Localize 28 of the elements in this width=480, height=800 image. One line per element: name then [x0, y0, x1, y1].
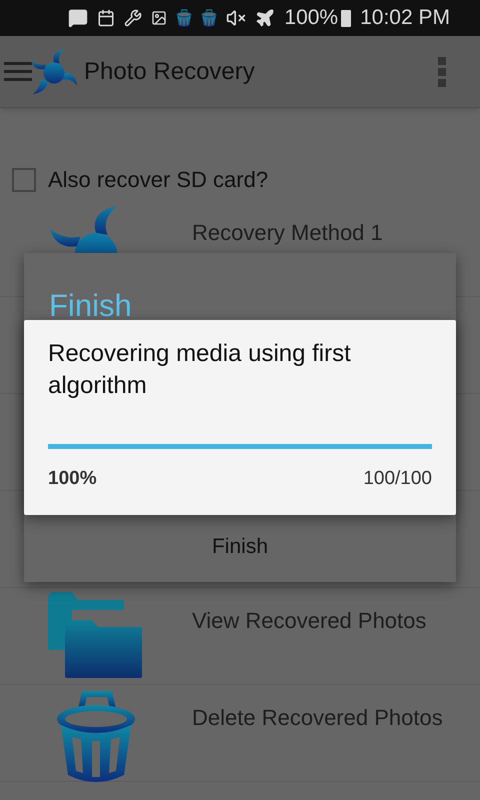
progress-count: 100/100 — [363, 467, 432, 491]
menu-item[interactable]: View Recovered Photos — [0, 588, 480, 685]
menu-item-label: Recovery Method 1 — [192, 219, 383, 247]
mute-icon — [226, 8, 246, 28]
checkbox-label: Also recover SD card? — [48, 166, 268, 194]
battery-icon — [341, 10, 352, 26]
menu-icon[interactable] — [4, 62, 32, 81]
more-options-icon[interactable] — [438, 56, 446, 86]
menu-item[interactable]: Delete Recovered Photos — [0, 685, 480, 782]
message-icon — [68, 8, 88, 28]
wrench-icon — [124, 9, 142, 27]
trash-can-icon — [56, 689, 136, 783]
image-icon — [151, 10, 168, 26]
battery-percent: 100% — [284, 5, 338, 32]
app-logo-icon — [30, 48, 78, 96]
menu-item-label: View Recovered Photos — [192, 607, 426, 635]
progress-percent: 100% — [48, 467, 97, 491]
finish-button[interactable]: Finish — [24, 512, 456, 582]
folders-icon — [48, 592, 144, 680]
clock: 10:02 PM — [360, 5, 450, 32]
menu-item-label: Delete Recovered Photos — [192, 704, 443, 732]
trash-icon — [176, 9, 192, 27]
progress-message: Recovering media using first algorithm — [48, 339, 352, 401]
airplane-icon — [255, 8, 276, 28]
app-title: Photo Recovery — [84, 56, 255, 86]
calendar-icon — [97, 9, 116, 27]
trash-icon — [201, 9, 218, 27]
checkbox[interactable] — [12, 168, 36, 192]
